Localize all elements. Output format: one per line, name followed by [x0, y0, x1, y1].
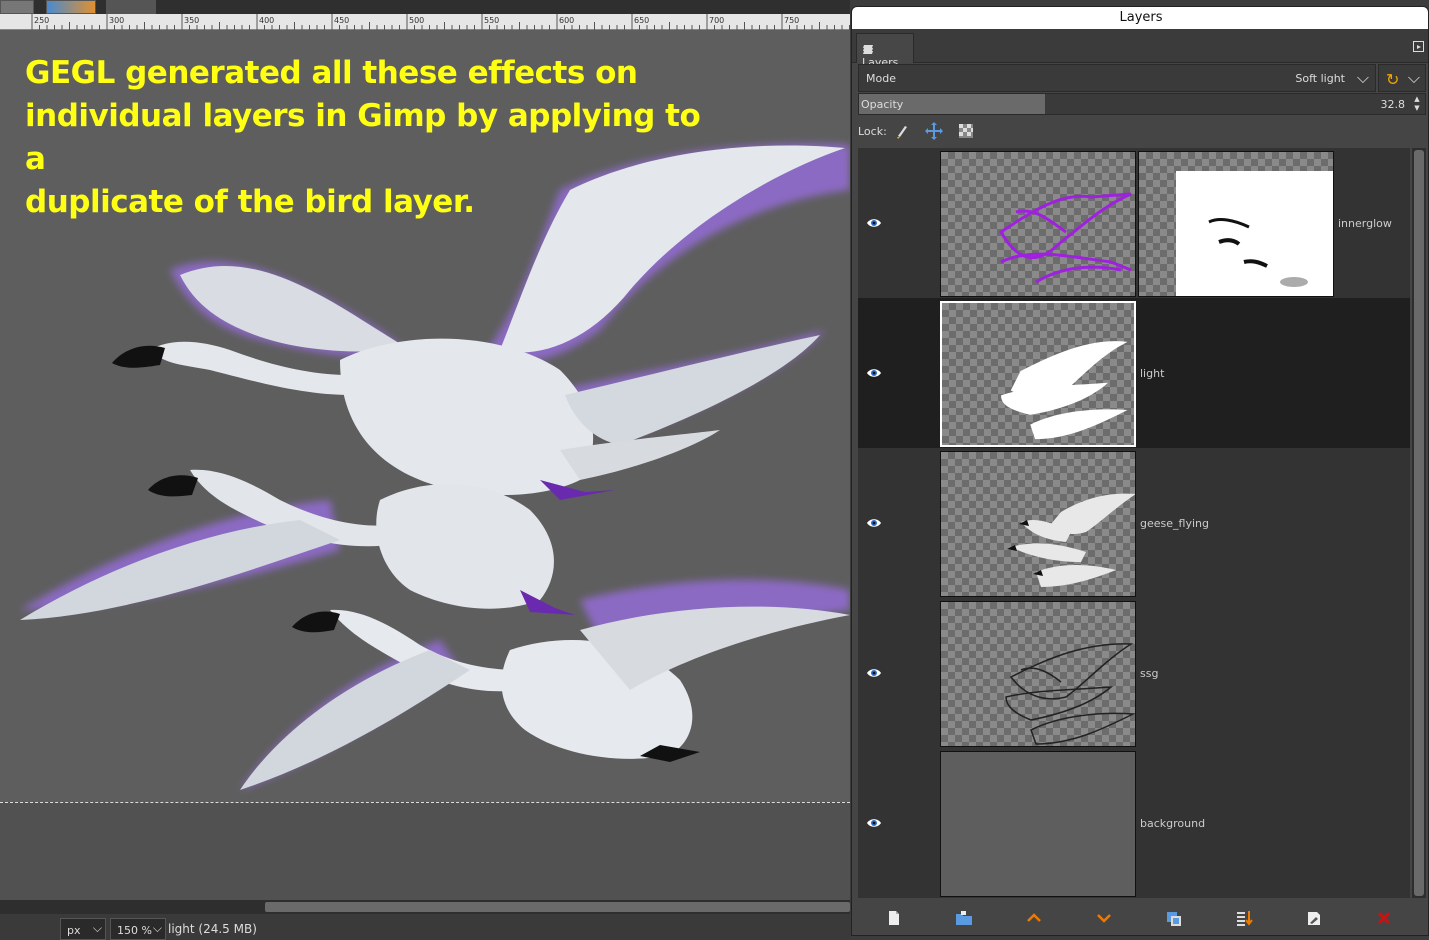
- mode-label: Mode: [866, 72, 896, 85]
- ruler-label: 650: [634, 16, 649, 25]
- scrollbar-thumb[interactable]: [1414, 150, 1424, 896]
- layer-name-background[interactable]: background: [1140, 817, 1205, 830]
- scrollbar-thumb[interactable]: [265, 902, 850, 912]
- light-preview: [1001, 341, 1128, 440]
- lock-label: Lock:: [858, 125, 887, 138]
- layers-dialog: Layers Layers Mode Soft light ⌵ ↻ ⌵ Opac…: [851, 6, 1429, 936]
- ruler-label: 750: [784, 16, 799, 25]
- chevron-down-icon: ⌵: [152, 921, 162, 935]
- caption-line-3: duplicate of the bird layer.: [25, 184, 475, 220]
- ruler-label: 350: [184, 16, 199, 25]
- layer-name-geese_flying[interactable]: geese_flying: [1140, 517, 1209, 530]
- ruler-label: 450: [334, 16, 349, 25]
- zoom-selector[interactable]: 150 % ⌵: [110, 918, 166, 940]
- canvas-horizontal-scrollbar[interactable]: [0, 900, 850, 914]
- tab-menu-icon[interactable]: [1413, 41, 1424, 52]
- status-message: light (24.5 MB): [168, 922, 257, 936]
- layer-name-light[interactable]: light: [1140, 367, 1164, 380]
- layer-name-ssg[interactable]: ssg: [1140, 667, 1158, 680]
- horizontal-ruler[interactable]: 250 300 350 400 450 500 550 600 650 700 750: [0, 14, 850, 30]
- opacity-value: 32.8: [1380, 98, 1406, 111]
- ruler-ticks: 250 300 350 400 450 500 550 600 650 700 750: [31, 14, 850, 30]
- innerglow-preview: [999, 192, 1132, 284]
- chevron-down-icon: ⌵: [92, 921, 102, 935]
- image-tab-2[interactable]: [46, 0, 96, 14]
- raise-layer-icon[interactable]: [1024, 908, 1044, 928]
- lock-pixels-icon[interactable]: [892, 121, 912, 141]
- layer-name-innerglow[interactable]: innerglow: [1338, 217, 1392, 230]
- zoom-value: 150 %: [117, 924, 152, 937]
- image-tabs-strip: [0, 0, 850, 14]
- layer-thumbnail-ssg[interactable]: [940, 601, 1136, 747]
- lower-layer-icon[interactable]: [1094, 908, 1114, 928]
- image-tab-3[interactable]: [106, 0, 156, 14]
- reset-icon: ↻: [1386, 70, 1400, 89]
- layers-icon: [863, 45, 873, 54]
- dialog-titlebar[interactable]: Layers: [852, 7, 1428, 29]
- chevron-down-icon: ⌵: [1407, 68, 1420, 87]
- dock-tabbar: Layers: [852, 29, 1428, 69]
- image-tab-1[interactable]: [0, 0, 34, 14]
- caption-line-2: individual layers in Gimp by applying to…: [25, 98, 701, 177]
- ruler-label: 250: [34, 16, 49, 25]
- caption-line-1: GEGL generated all these effects on: [25, 55, 638, 91]
- mode-selector[interactable]: Mode Soft light ⌵: [858, 64, 1376, 92]
- new-layer-icon[interactable]: [884, 908, 904, 928]
- eye-icon[interactable]: [866, 217, 882, 229]
- unit-value: px: [67, 924, 81, 937]
- opacity-slider[interactable]: Opacity 32.8 ▲ ▼: [858, 93, 1426, 115]
- eye-icon[interactable]: [866, 667, 882, 679]
- lock-alpha-icon[interactable]: [956, 121, 976, 141]
- unit-selector[interactable]: px ⌵: [60, 918, 106, 940]
- layer-thumbnail-geese_flying[interactable]: [940, 451, 1136, 597]
- ruler-label: 400: [259, 16, 274, 25]
- ruler-label: 700: [709, 16, 724, 25]
- tab-layers[interactable]: Layers: [856, 33, 914, 69]
- gimp-window: 250 300 350 400 450 500 550 600 650 700 750: [0, 0, 1429, 940]
- eye-icon[interactable]: [866, 817, 882, 829]
- add-mask-icon[interactable]: [1304, 908, 1324, 928]
- statusbar: px ⌵ 150 % ⌵ light (24.5 MB): [0, 914, 850, 940]
- ssg-preview: [1005, 643, 1135, 745]
- overlay-caption: GEGL generated all these effects on indi…: [25, 52, 725, 224]
- layer-list[interactable]: innerglow light geese_flying ssg backgro…: [858, 148, 1410, 898]
- innerglow-mask-preview: [1176, 171, 1333, 296]
- image-canvas[interactable]: GEGL generated all these effects on indi…: [0, 30, 850, 900]
- layer-row-background[interactable]: background: [858, 748, 1410, 898]
- geese-preview: [1007, 493, 1135, 587]
- layer-mask-innerglow[interactable]: [1138, 151, 1334, 297]
- layer-row-light[interactable]: light: [858, 298, 1410, 448]
- composite-mode-button[interactable]: ↻ ⌵: [1378, 64, 1426, 92]
- duplicate-layer-icon[interactable]: [1164, 908, 1184, 928]
- lock-position-icon[interactable]: [924, 121, 944, 141]
- ruler-label: 500: [409, 16, 424, 25]
- mode-value: Soft light: [1295, 72, 1345, 85]
- layer-thumbnail-background[interactable]: [940, 751, 1136, 897]
- ruler-label: 300: [109, 16, 124, 25]
- ruler-label: 550: [484, 16, 499, 25]
- ruler-label: 600: [559, 16, 574, 25]
- layer-thumbnail-light[interactable]: [940, 301, 1136, 447]
- layer-row-geese_flying[interactable]: geese_flying: [858, 448, 1410, 598]
- mode-row: Mode Soft light ⌵ ↻ ⌵: [858, 64, 1426, 92]
- new-layer-group-icon[interactable]: [954, 908, 974, 928]
- layer-row-innerglow[interactable]: innerglow: [858, 148, 1410, 298]
- layer-thumbnail-innerglow[interactable]: [940, 151, 1136, 297]
- chevron-down-icon: ⌵: [1356, 68, 1369, 87]
- eye-icon[interactable]: [866, 367, 882, 379]
- merge-layer-icon[interactable]: [1234, 908, 1254, 928]
- layer-list-scrollbar[interactable]: [1412, 148, 1426, 898]
- opacity-spin-buttons[interactable]: ▲ ▼: [1411, 95, 1423, 113]
- layer-buttons-bar: [852, 900, 1428, 935]
- eye-icon[interactable]: [866, 517, 882, 529]
- opacity-label: Opacity: [861, 98, 904, 111]
- lock-row: Lock:: [858, 119, 1426, 143]
- layer-row-ssg[interactable]: ssg: [858, 598, 1410, 748]
- delete-layer-icon[interactable]: [1374, 908, 1394, 928]
